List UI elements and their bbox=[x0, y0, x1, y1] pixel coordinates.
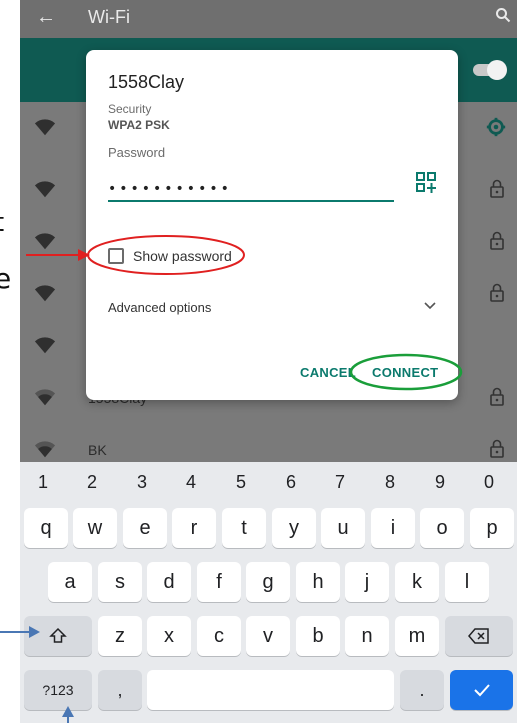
key-letter[interactable]: x bbox=[147, 616, 191, 656]
comma-key[interactable]: , bbox=[98, 670, 142, 710]
key-number[interactable]: 7 bbox=[325, 472, 355, 493]
soft-keyboard: 1 2 3 4 5 6 7 8 9 0 q w e r t y u i o p … bbox=[20, 462, 517, 723]
wifi-full-icon bbox=[34, 337, 56, 354]
key-letter[interactable]: z bbox=[98, 616, 142, 656]
key-letter[interactable]: y bbox=[272, 508, 316, 548]
key-number[interactable]: 1 bbox=[28, 472, 58, 493]
chevron-down-icon[interactable] bbox=[424, 302, 436, 310]
cropped-left-text: t bbox=[0, 208, 4, 238]
show-password-label: Show password bbox=[133, 248, 232, 264]
gear-icon[interactable] bbox=[485, 116, 507, 138]
security-label: Security bbox=[108, 102, 152, 116]
key-letter[interactable]: d bbox=[147, 562, 191, 602]
wifi-medium-icon bbox=[34, 441, 56, 458]
key-letter[interactable]: c bbox=[197, 616, 241, 656]
checkmark-icon bbox=[473, 684, 490, 697]
lock-icon bbox=[490, 439, 504, 458]
wifi-medium-icon bbox=[34, 389, 56, 406]
qr-scan-icon[interactable] bbox=[416, 172, 436, 194]
lock-icon bbox=[490, 179, 504, 198]
connect-button[interactable]: CONNECT bbox=[372, 365, 438, 380]
cancel-button[interactable]: CANCEL bbox=[300, 365, 356, 380]
key-letter[interactable]: j bbox=[345, 562, 389, 602]
key-letter[interactable]: v bbox=[246, 616, 290, 656]
symbols-key[interactable]: ?123 bbox=[24, 670, 92, 710]
search-icon[interactable] bbox=[495, 7, 511, 28]
key-letter[interactable]: s bbox=[98, 562, 142, 602]
cropped-left-text: e bbox=[0, 262, 12, 295]
key-letter[interactable]: o bbox=[420, 508, 464, 548]
key-number[interactable]: 6 bbox=[276, 472, 306, 493]
password-label: Password bbox=[108, 145, 166, 160]
network-name: BK bbox=[88, 442, 107, 458]
password-field[interactable] bbox=[108, 178, 394, 202]
key-number[interactable]: 4 bbox=[176, 472, 206, 493]
key-number[interactable]: 9 bbox=[425, 472, 455, 493]
wifi-full-icon bbox=[34, 285, 56, 302]
wifi-full-icon bbox=[34, 181, 56, 198]
wifi-full-icon bbox=[34, 233, 56, 250]
shift-key[interactable] bbox=[24, 616, 92, 656]
key-letter[interactable]: h bbox=[296, 562, 340, 602]
key-letter[interactable]: b bbox=[296, 616, 340, 656]
wifi-full-icon bbox=[34, 119, 56, 136]
lock-icon bbox=[490, 387, 504, 406]
page-title: Wi-Fi bbox=[88, 7, 130, 27]
key-letter[interactable]: u bbox=[321, 508, 365, 548]
key-letter[interactable]: p bbox=[470, 508, 514, 548]
dialog-title: 1558Clay bbox=[108, 72, 185, 92]
key-letter[interactable]: f bbox=[197, 562, 241, 602]
backspace-icon bbox=[468, 628, 489, 644]
key-number[interactable]: 3 bbox=[127, 472, 157, 493]
space-bar[interactable] bbox=[147, 670, 394, 710]
key-number[interactable]: 5 bbox=[226, 472, 256, 493]
key-letter[interactable]: i bbox=[371, 508, 415, 548]
period-key[interactable]: . bbox=[400, 670, 444, 710]
key-letter[interactable]: e bbox=[123, 508, 167, 548]
wifi-toggle-switch[interactable] bbox=[487, 60, 507, 80]
key-letter[interactable]: t bbox=[222, 508, 266, 548]
key-letter[interactable]: k bbox=[395, 562, 439, 602]
key-letter[interactable]: r bbox=[172, 508, 216, 548]
enter-key[interactable] bbox=[450, 670, 513, 710]
show-password-checkbox[interactable]: Show password bbox=[108, 244, 232, 268]
wifi-connect-dialog: 1558Clay Security WPA2 PSK Password Show… bbox=[86, 50, 458, 400]
advanced-options[interactable]: Advanced options bbox=[108, 300, 211, 315]
checkbox-box[interactable] bbox=[108, 248, 124, 264]
key-letter[interactable]: w bbox=[73, 508, 117, 548]
app-bar: ← Wi-Fi bbox=[20, 0, 517, 38]
key-letter[interactable]: a bbox=[48, 562, 92, 602]
security-value: WPA2 PSK bbox=[108, 118, 170, 132]
key-letter[interactable]: m bbox=[395, 616, 439, 656]
key-letter[interactable]: n bbox=[345, 616, 389, 656]
key-letter[interactable]: l bbox=[445, 562, 489, 602]
phone-screen: ← Wi-Fi 1558Clay BK 1558Cl bbox=[20, 0, 517, 723]
key-number[interactable]: 8 bbox=[375, 472, 405, 493]
backspace-key[interactable] bbox=[445, 616, 513, 656]
back-arrow-icon[interactable]: ← bbox=[36, 6, 56, 29]
lock-icon bbox=[490, 231, 504, 250]
key-letter[interactable]: g bbox=[246, 562, 290, 602]
lock-icon bbox=[490, 283, 504, 302]
number-row: 1 2 3 4 5 6 7 8 9 0 bbox=[20, 462, 517, 500]
shift-icon bbox=[49, 627, 67, 643]
key-letter[interactable]: q bbox=[24, 508, 68, 548]
key-number[interactable]: 2 bbox=[77, 472, 107, 493]
key-number[interactable]: 0 bbox=[474, 472, 504, 493]
